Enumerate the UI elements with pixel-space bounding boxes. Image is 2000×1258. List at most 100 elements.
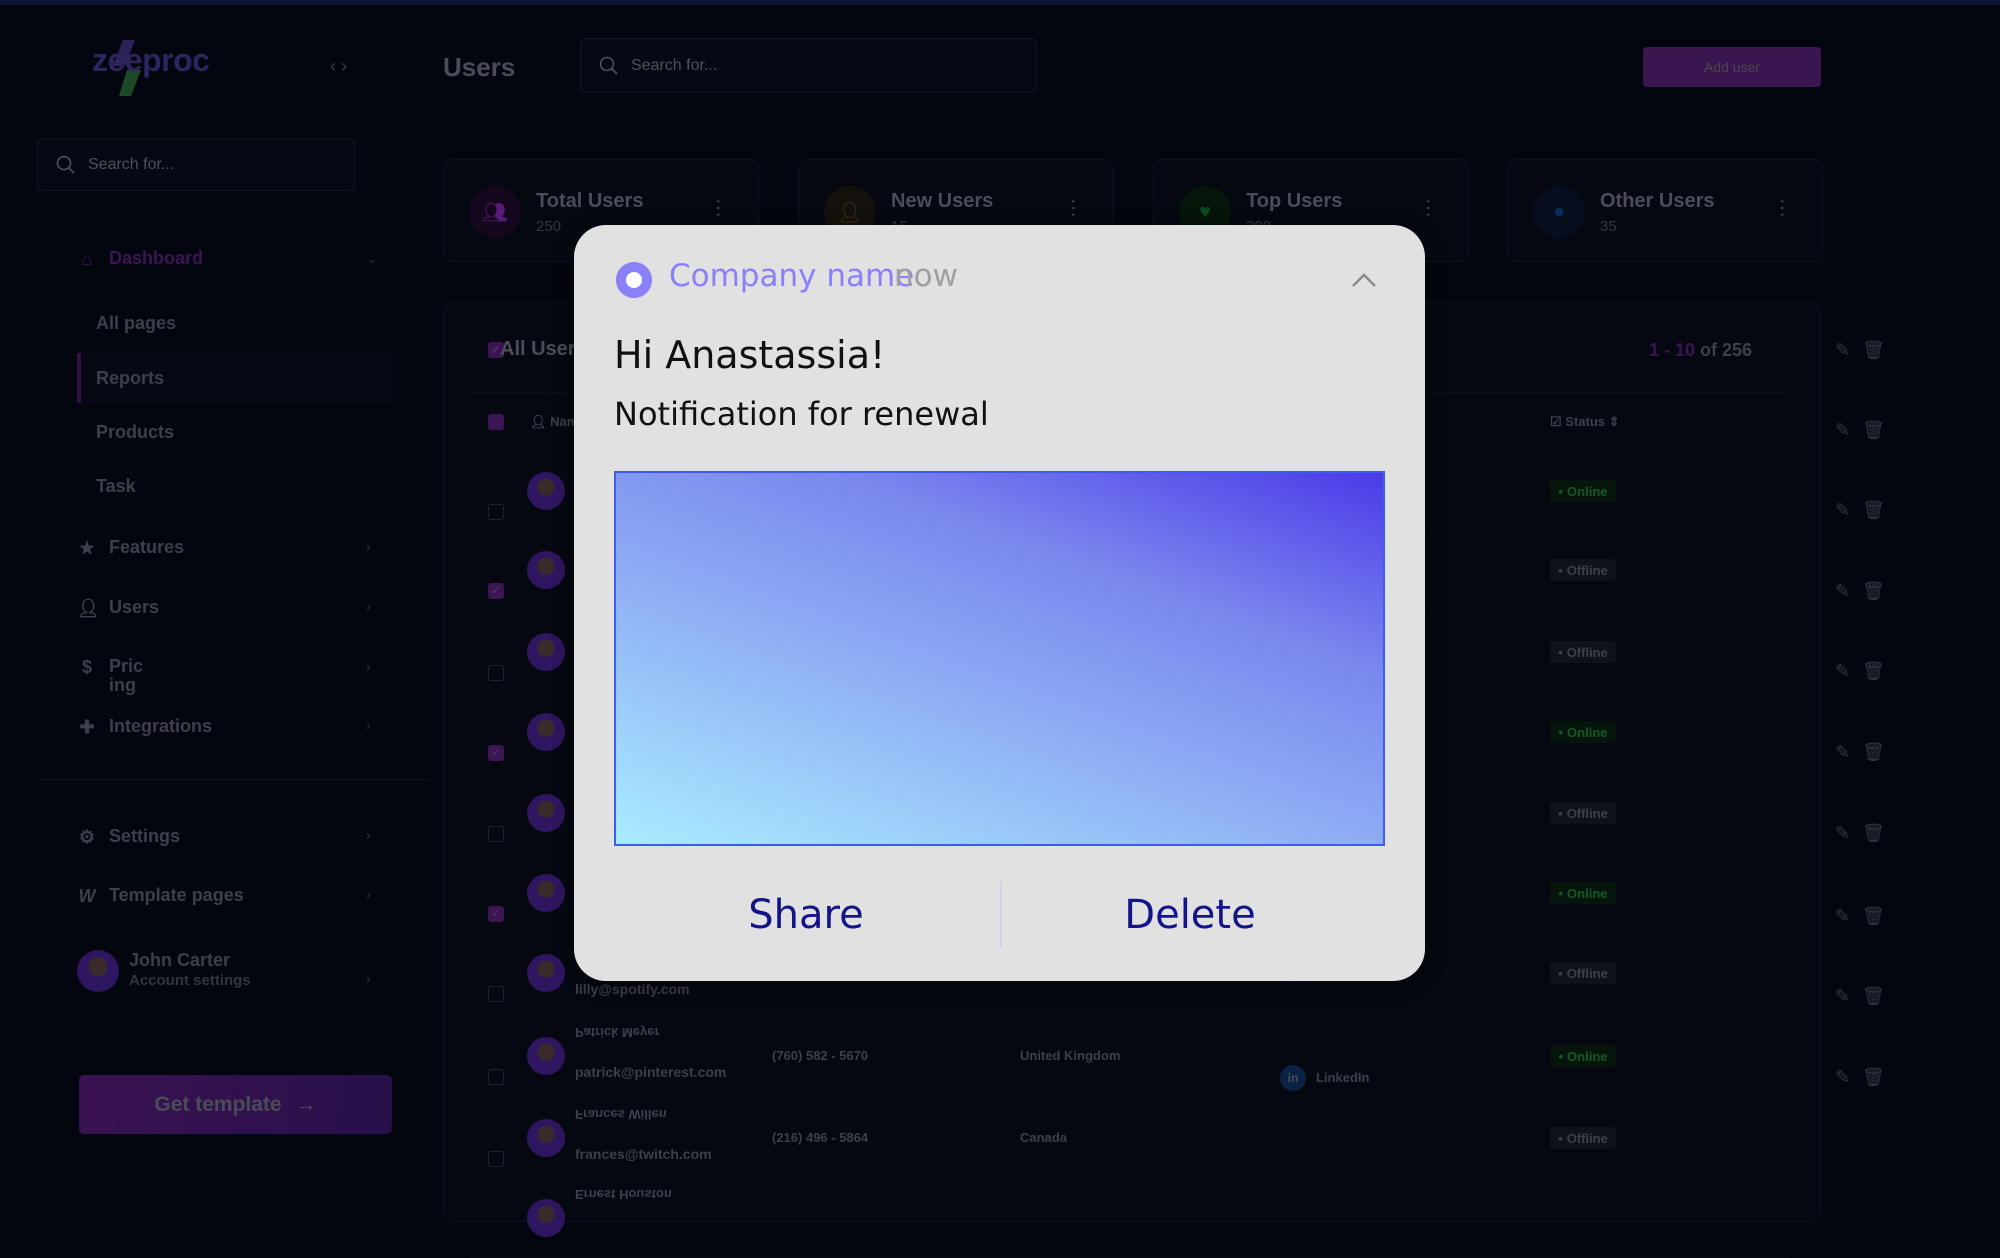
more-options-icon[interactable]: ⋯ bbox=[1771, 198, 1793, 218]
trash-icon[interactable]: 🗑︎ bbox=[1862, 661, 1885, 682]
row-checkbox[interactable] bbox=[488, 504, 504, 520]
status-dot-icon: • bbox=[1558, 805, 1563, 821]
trash-icon[interactable]: 🗑︎ bbox=[1862, 500, 1885, 521]
status-label: Offline bbox=[1566, 965, 1608, 981]
trash-icon[interactable]: 🗑︎ bbox=[1862, 340, 1885, 361]
status-label: Online bbox=[1567, 483, 1608, 499]
sidebar-item-integrations[interactable]: ✚ Integrations bbox=[77, 716, 212, 737]
trash-icon[interactable]: 🗑︎ bbox=[1862, 420, 1885, 441]
status-badge: • Online bbox=[1550, 480, 1616, 502]
row-checkbox[interactable]: ✓ bbox=[488, 745, 504, 761]
dollar-icon: $ bbox=[81, 657, 92, 677]
row-checkbox[interactable] bbox=[488, 1069, 504, 1085]
status-dot-icon: • bbox=[1558, 724, 1564, 740]
code-brackets-icon[interactable]: ‹ › bbox=[330, 56, 347, 77]
chevron-up-icon[interactable] bbox=[1349, 265, 1379, 295]
status-badge: • Online bbox=[1550, 882, 1616, 904]
header-search-input[interactable]: Search for... bbox=[580, 38, 1037, 93]
user-icon: 👤︎ bbox=[77, 597, 100, 618]
edit-icon[interactable]: ✎ bbox=[1835, 340, 1850, 361]
arrow-right-icon: → bbox=[295, 1092, 317, 1116]
trash-icon[interactable]: 🗑︎ bbox=[1862, 986, 1885, 1007]
status-badge: • Offline bbox=[1550, 559, 1616, 581]
sidebar-item-label: Features bbox=[109, 537, 185, 557]
chevron-right-icon: › bbox=[366, 658, 371, 674]
sidebar-sub-task[interactable]: Task bbox=[96, 476, 136, 497]
user-phone: (216) 496 - 5864 bbox=[772, 1130, 869, 1145]
status-label: Online bbox=[1567, 724, 1608, 740]
status-dot-icon: • bbox=[1558, 644, 1563, 660]
header-checkbox[interactable] bbox=[488, 414, 504, 430]
user-name: Patrick Meyer bbox=[575, 1025, 660, 1040]
row-checkbox[interactable] bbox=[488, 665, 504, 681]
user-avatar[interactable] bbox=[77, 950, 119, 992]
avatar bbox=[527, 794, 565, 832]
sidebar-item-features[interactable]: ★ Features bbox=[77, 537, 184, 558]
user-email: frances@twitch.com bbox=[575, 1146, 712, 1162]
sidebar-sub-all-pages[interactable]: All pages bbox=[96, 313, 176, 334]
edit-icon[interactable]: ✎ bbox=[1835, 581, 1850, 602]
sidebar-search-input[interactable]: Search for... bbox=[37, 138, 355, 191]
column-header-status[interactable]: ☑ Status ⇕ bbox=[1550, 414, 1620, 430]
get-template-button[interactable]: Get template → bbox=[79, 1075, 392, 1134]
delete-button[interactable]: Delete bbox=[1000, 880, 1380, 950]
sidebar-sub-products[interactable]: Products bbox=[96, 422, 174, 443]
edit-icon[interactable]: ✎ bbox=[1835, 1067, 1850, 1088]
edit-icon[interactable]: ✎ bbox=[1835, 500, 1850, 521]
trash-icon[interactable]: 🗑︎ bbox=[1862, 581, 1885, 602]
edit-icon[interactable]: ✎ bbox=[1835, 986, 1850, 1007]
sidebar-item-dashboard[interactable]: ⌂ Dashboard bbox=[77, 248, 203, 269]
trash-icon[interactable]: 🗑︎ bbox=[1862, 742, 1885, 763]
company-logo-icon bbox=[616, 262, 652, 298]
search-icon bbox=[599, 56, 618, 75]
notification-time: now bbox=[894, 258, 958, 294]
sidebar-sub-reports[interactable]: Reports bbox=[96, 368, 164, 389]
sidebar-item-label: Settings bbox=[109, 826, 181, 846]
trash-icon[interactable]: 🗑︎ bbox=[1862, 906, 1885, 927]
sidebar-item-pricing[interactable]: $ Pric ing bbox=[77, 657, 143, 695]
status-dot-icon: • bbox=[1558, 1130, 1563, 1146]
user-name: John Carter bbox=[129, 950, 231, 970]
sidebar-item-label: Dashboard bbox=[109, 248, 204, 268]
row-checkbox[interactable] bbox=[488, 986, 504, 1002]
edit-icon[interactable]: ✎ bbox=[1835, 742, 1850, 763]
avatar bbox=[527, 472, 565, 510]
avatar bbox=[527, 874, 565, 912]
more-options-icon[interactable]: ⋯ bbox=[1062, 198, 1084, 218]
share-button[interactable]: Share bbox=[616, 880, 996, 950]
status-badge: • Offline bbox=[1550, 1127, 1616, 1149]
chevron-right-icon: › bbox=[366, 538, 371, 554]
more-options-icon[interactable]: ⋯ bbox=[1417, 198, 1439, 218]
row-checkbox[interactable]: ✓ bbox=[488, 906, 504, 922]
status-dot-icon: • bbox=[1558, 483, 1564, 499]
sidebar-item-users[interactable]: 👤︎ Users bbox=[77, 597, 159, 618]
edit-icon[interactable]: ✎ bbox=[1835, 420, 1850, 441]
trash-icon[interactable]: 🗑︎ bbox=[1862, 823, 1885, 844]
user-icon: 👤︎ bbox=[530, 414, 551, 429]
chevron-right-icon: › bbox=[366, 970, 371, 986]
pagination-total: of 256 bbox=[1700, 340, 1753, 360]
user-email: lilly@spotify.com bbox=[575, 981, 690, 997]
edit-icon[interactable]: ✎ bbox=[1835, 906, 1850, 927]
edit-icon[interactable]: ✎ bbox=[1835, 823, 1850, 844]
edit-icon[interactable]: ✎ bbox=[1835, 661, 1850, 682]
row-checkbox[interactable] bbox=[488, 1151, 504, 1167]
user-social: LinkedIn bbox=[1316, 1070, 1370, 1085]
sort-icon: ⇕ bbox=[1608, 414, 1620, 429]
sidebar-item-template-pages[interactable]: W Template pages bbox=[77, 885, 244, 906]
sidebar-item-settings[interactable]: ⚙ Settings bbox=[77, 826, 180, 847]
column-label: Status bbox=[1565, 414, 1606, 429]
add-user-button[interactable]: Add user bbox=[1643, 47, 1821, 87]
trash-icon[interactable]: 🗑︎ bbox=[1862, 1067, 1885, 1088]
sidebar-divider bbox=[40, 779, 430, 780]
user-phone: (760) 582 - 5670 bbox=[772, 1048, 869, 1063]
more-options-icon[interactable]: ⋯ bbox=[707, 198, 729, 218]
account-settings-link[interactable]: Account settings bbox=[129, 972, 251, 989]
chevron-down-icon: ⌄ bbox=[366, 250, 378, 266]
row-checkbox[interactable]: ✓ bbox=[488, 583, 504, 599]
notification-image bbox=[614, 471, 1385, 846]
row-checkbox[interactable] bbox=[488, 826, 504, 842]
pagination-current: 1 - 10 bbox=[1649, 340, 1696, 360]
avatar bbox=[527, 633, 565, 671]
sidebar-item-label: Users bbox=[109, 597, 160, 617]
